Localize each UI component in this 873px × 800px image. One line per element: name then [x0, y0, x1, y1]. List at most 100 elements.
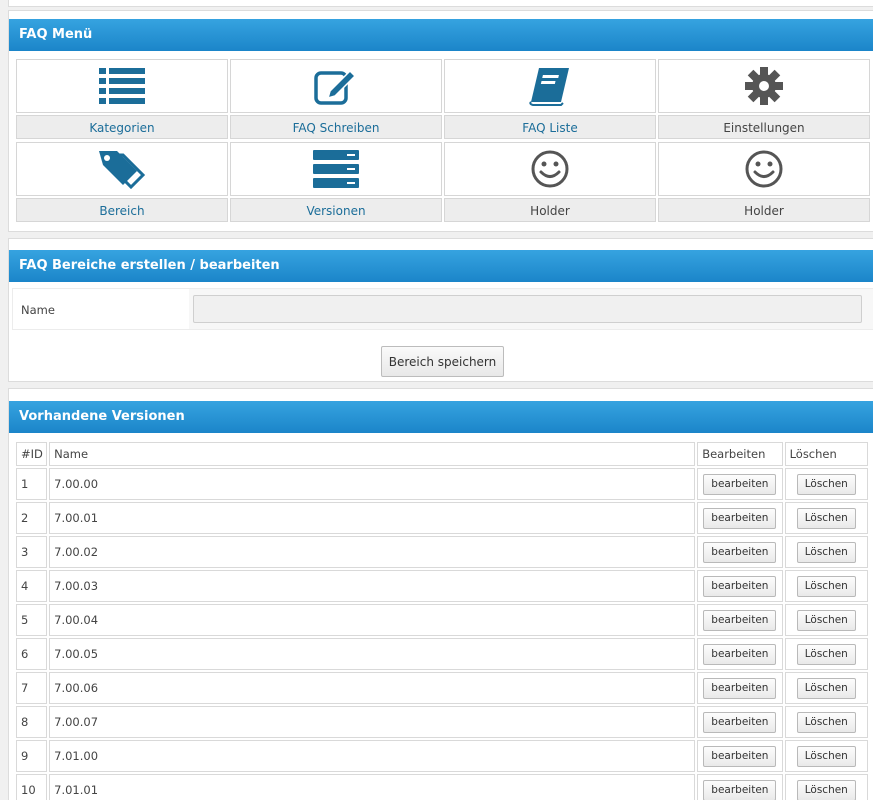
row-delete-cell: Löschen	[784, 502, 868, 534]
edit-button[interactable]: bearbeiten	[703, 473, 777, 495]
delete-button[interactable]: Löschen	[796, 473, 856, 495]
col-header-edit: Bearbeiten	[697, 442, 783, 466]
top-panel-edge	[8, 0, 873, 7]
row-id: 3	[16, 536, 48, 568]
smiley-icon	[744, 149, 784, 189]
row-id: 5	[16, 604, 48, 636]
menu-link-holder[interactable]: Holder	[444, 198, 656, 222]
table-row: 3 7.00.02 bearbeiten Löschen	[16, 536, 868, 568]
row-id: 10	[16, 774, 48, 800]
row-edit-cell: bearbeiten	[697, 502, 783, 534]
menu-tile-einstellungen-4[interactable]	[658, 59, 870, 113]
row-name: 7.00.06	[49, 672, 696, 704]
menu-link-kategorien[interactable]: Kategorien	[16, 115, 228, 139]
delete-button[interactable]: Löschen	[796, 745, 856, 767]
row-delete-cell: Löschen	[784, 706, 868, 738]
table-row: 8 7.00.07 bearbeiten Löschen	[16, 706, 868, 738]
table-row: 2 7.00.01 bearbeiten Löschen	[16, 502, 868, 534]
edit-button[interactable]: bearbeiten	[703, 677, 777, 699]
versions-table: #ID Name Bearbeiten Löschen 1 7.00.00 bear…	[14, 440, 870, 800]
menu-link-einstellungen[interactable]: Einstellungen	[658, 115, 870, 139]
edit-button[interactable]: bearbeiten	[703, 711, 777, 733]
versions-title: Vorhandene Versionen	[9, 401, 873, 433]
row-delete-cell: Löschen	[784, 570, 868, 602]
menu-link-faq-liste[interactable]: FAQ Liste	[444, 115, 656, 139]
row-edit-cell: bearbeiten	[697, 706, 783, 738]
name-label: Name	[21, 303, 55, 317]
row-edit-cell: bearbeiten	[697, 570, 783, 602]
row-name: 7.00.05	[49, 638, 696, 670]
edit-button[interactable]: bearbeiten	[703, 643, 777, 665]
edit-button[interactable]: bearbeiten	[703, 609, 777, 631]
menu-tile-faq-liste-3[interactable]	[444, 59, 656, 113]
delete-button[interactable]: Löschen	[796, 643, 856, 665]
delete-button[interactable]: Löschen	[796, 711, 856, 733]
edit-button[interactable]: bearbeiten	[703, 541, 777, 563]
list-icon	[99, 67, 145, 105]
row-delete-cell: Löschen	[784, 638, 868, 670]
smiley-icon	[530, 149, 570, 189]
row-id: 6	[16, 638, 48, 670]
server-icon	[313, 150, 359, 188]
row-delete-cell: Löschen	[784, 468, 868, 500]
menu-tile-faq-schreiben-2[interactable]	[230, 59, 442, 113]
menu-link-versionen[interactable]: Versionen	[230, 198, 442, 222]
bereich-form-title: FAQ Bereiche erstellen / bearbeiten	[9, 250, 873, 282]
table-row: 1 7.00.00 bearbeiten Löschen	[16, 468, 868, 500]
menu-link-faq-schreiben[interactable]: FAQ Schreiben	[230, 115, 442, 139]
menu-tile-versionen-6[interactable]	[230, 142, 442, 196]
row-name: 7.00.00	[49, 468, 696, 500]
row-edit-cell: bearbeiten	[697, 672, 783, 704]
tags-icon	[97, 149, 147, 189]
edit-icon	[313, 67, 359, 105]
menu-link-holder[interactable]: Holder	[658, 198, 870, 222]
row-delete-cell: Löschen	[784, 774, 868, 800]
row-edit-cell: bearbeiten	[697, 740, 783, 772]
table-row: 4 7.00.03 bearbeiten Löschen	[16, 570, 868, 602]
row-edit-cell: bearbeiten	[697, 536, 783, 568]
row-edit-cell: bearbeiten	[697, 638, 783, 670]
row-name: 7.01.01	[49, 774, 696, 800]
menu-tile-bereich-5[interactable]	[16, 142, 228, 196]
table-row: 7 7.00.06 bearbeiten Löschen	[16, 672, 868, 704]
row-name: 7.01.00	[49, 740, 696, 772]
edit-button[interactable]: bearbeiten	[703, 745, 777, 767]
name-input[interactable]	[193, 295, 862, 323]
faq-menu-title: FAQ Menü	[9, 19, 873, 51]
row-edit-cell: bearbeiten	[697, 774, 783, 800]
table-row: 10 7.01.01 bearbeiten Löschen	[16, 774, 868, 800]
row-id: 2	[16, 502, 48, 534]
delete-button[interactable]: Löschen	[796, 541, 856, 563]
name-form-row: Name	[12, 288, 873, 330]
delete-button[interactable]: Löschen	[796, 609, 856, 631]
delete-button[interactable]: Löschen	[796, 677, 856, 699]
save-bereich-button[interactable]: Bereich speichern	[381, 346, 504, 377]
edit-button[interactable]: bearbeiten	[703, 779, 777, 800]
menu-link-bereich[interactable]: Bereich	[16, 198, 228, 222]
delete-button[interactable]: Löschen	[796, 507, 856, 529]
col-header-name: Name	[49, 442, 696, 466]
menu-tile-holder-7[interactable]	[444, 142, 656, 196]
book-icon	[527, 66, 573, 106]
row-name: 7.00.07	[49, 706, 696, 738]
delete-button[interactable]: Löschen	[796, 575, 856, 597]
delete-button[interactable]: Löschen	[796, 779, 856, 800]
row-delete-cell: Löschen	[784, 536, 868, 568]
gear-icon	[744, 66, 784, 106]
row-edit-cell: bearbeiten	[697, 604, 783, 636]
table-row: 6 7.00.05 bearbeiten Löschen	[16, 638, 868, 670]
menu-tile-holder-8[interactable]	[658, 142, 870, 196]
row-name: 7.00.03	[49, 570, 696, 602]
row-name: 7.00.01	[49, 502, 696, 534]
edit-button[interactable]: bearbeiten	[703, 507, 777, 529]
edit-button[interactable]: bearbeiten	[703, 575, 777, 597]
menu-tile-kategorien-1[interactable]	[16, 59, 228, 113]
row-delete-cell: Löschen	[784, 604, 868, 636]
row-id: 1	[16, 468, 48, 500]
row-id: 9	[16, 740, 48, 772]
row-name: 7.00.02	[49, 536, 696, 568]
row-id: 8	[16, 706, 48, 738]
table-header-row: #ID Name Bearbeiten Löschen	[16, 442, 868, 466]
row-delete-cell: Löschen	[784, 740, 868, 772]
row-id: 7	[16, 672, 48, 704]
